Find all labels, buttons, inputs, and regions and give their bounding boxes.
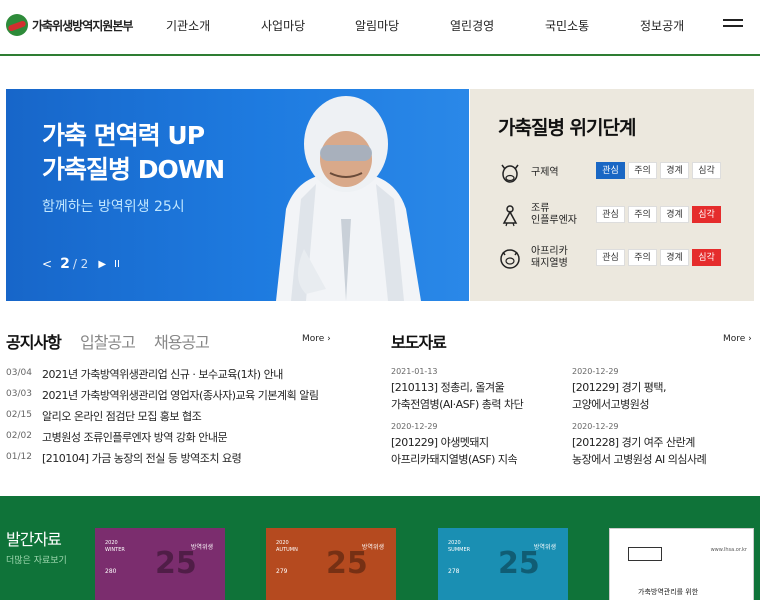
level-caution: 관심 — [596, 206, 625, 223]
publication-cover[interactable]: 2020 AUTUMN 방역위생 25 279 — [266, 528, 396, 600]
crisis-name: 구제역 — [531, 167, 559, 178]
publication-cover[interactable]: 2020 SUMMER 방역위생 25 278 — [438, 528, 568, 600]
publications-section: 발간자료 더많은 자료보기 2020 WINTER 방역위생 25 280 20… — [0, 496, 760, 600]
prev-slide-button[interactable]: < — [42, 257, 52, 271]
press-title: 보도자료 — [391, 333, 447, 352]
hero-banner[interactable]: 가축 면역력 UP 가축질병 DOWN 함께하는 방역위생 25시 < 2 / … — [6, 89, 469, 301]
nav-item-disclosure[interactable]: 정보공개 — [640, 17, 684, 34]
list-item[interactable]: 02/02 고병원성 조류인플루엔자 방역 강화 안내문 — [6, 429, 326, 450]
hero-title: 가축 면역력 UP 가축질병 DOWN — [42, 121, 225, 184]
hero-subtitle: 함께하는 방역위생 25시 — [42, 199, 185, 215]
level-serious: 심각 — [692, 162, 721, 179]
level-attention: 주의 — [628, 206, 657, 223]
level-attention: 주의 — [628, 249, 657, 266]
level-serious: 심각 — [692, 249, 721, 266]
slide-total: / 2 — [72, 257, 89, 271]
crisis-name: 조류 인플루엔자 — [531, 203, 577, 226]
slider-controls: < 2 / 2 ▶ II — [42, 256, 128, 272]
cover-logo-box — [628, 547, 662, 561]
pig-icon — [500, 249, 520, 269]
disease-crisis-panel: 가축질병 위기단계 구제역 관심 주의 경계 심각 조류 인플루엔자 관심 주의… — [470, 89, 754, 301]
nav-item-business[interactable]: 사업마당 — [261, 17, 305, 34]
notice-more-link[interactable]: More › — [302, 334, 331, 344]
more-publications-link[interactable]: 더많은 자료보기 — [6, 553, 67, 566]
level-alert: 경계 — [660, 162, 689, 179]
level-caution: 관심 — [596, 249, 625, 266]
next-slide-button[interactable]: ▶ — [98, 259, 106, 270]
bird-icon — [502, 205, 518, 227]
list-item[interactable]: 03/04 2021년 가축방역위생관리업 신규 · 보수교육(1차) 안내 — [6, 366, 326, 387]
crisis-row-fmd: 구제역 관심 주의 경계 심각 — [498, 159, 748, 189]
hamburger-menu-icon[interactable] — [723, 19, 743, 33]
notice-tabs: 공지사항 입찰공고 채용공고 — [6, 329, 223, 353]
level-attention: 주의 — [628, 162, 657, 179]
level-serious: 심각 — [692, 206, 721, 223]
level-caution: 관심 — [596, 162, 625, 179]
press-item[interactable]: 2021-01-13 [210113] 정총리, 올겨울 가축전염병(AI·AS… — [391, 367, 561, 413]
crisis-title: 가축질병 위기단계 — [498, 117, 636, 139]
cover-25-graphic: 25 — [155, 546, 197, 581]
list-item[interactable]: 02/15 알리오 온라인 점검단 모집 홍보 협조 — [6, 408, 326, 429]
slide-current: 2 — [60, 256, 70, 272]
site-header: 가축위생방역지원본부 기관소개 사업마당 알림마당 열린경영 국민소통 정보공개 — [0, 0, 760, 56]
cow-icon — [501, 164, 519, 183]
press-item[interactable]: 2020-12-29 [201229] 경기 평택, 고양에서고병원성 — [572, 367, 742, 413]
main-nav: 기관소개 사업마당 알림마당 열린경영 국민소통 정보공개 — [0, 17, 760, 37]
cover-25-graphic: 25 — [326, 546, 368, 581]
nav-item-management[interactable]: 열린경영 — [450, 17, 494, 34]
protective-suit-worker-image — [276, 96, 421, 301]
cover-25-graphic: 25 — [498, 546, 540, 581]
tab-notice[interactable]: 공지사항 — [6, 329, 62, 353]
list-item[interactable]: 03/03 2021년 가축방역위생관리업 영업자(종사자)교육 기본계획 알림 — [6, 387, 326, 408]
nav-item-notice[interactable]: 알림마당 — [355, 17, 399, 34]
publication-cover[interactable]: 2020 WINTER 방역위생 25 280 — [95, 528, 225, 600]
crisis-row-ai: 조류 인플루엔자 관심 주의 경계 심각 — [498, 201, 748, 231]
press-item[interactable]: 2020-12-29 [201229] 야생멧돼지 아프리카돼지열병(ASF) … — [391, 422, 561, 468]
publication-cover[interactable]: www.lhsa.or.kr 가축방역관리를 위한 — [609, 528, 754, 600]
press-item[interactable]: 2020-12-29 [201228] 경기 여주 산란계 농장에서 고병원성 … — [572, 422, 742, 468]
crisis-row-asf: 아프리카 돼지열병 관심 주의 경계 심각 — [498, 244, 748, 274]
publications-title: 발간자료 — [6, 530, 62, 549]
list-item[interactable]: 01/12 [210104] 가금 농장의 전실 등 방역조치 요령 — [6, 450, 326, 471]
crisis-name: 아프리카 돼지열병 — [531, 246, 568, 269]
pause-button[interactable]: II — [114, 259, 120, 270]
level-alert: 경계 — [660, 206, 689, 223]
nav-item-about[interactable]: 기관소개 — [166, 17, 210, 34]
level-alert: 경계 — [660, 249, 689, 266]
press-more-link[interactable]: More › — [723, 334, 752, 344]
tab-bid[interactable]: 입찰공고 — [80, 329, 136, 353]
notice-list: 03/04 2021년 가축방역위생관리업 신규 · 보수교육(1차) 안내 03… — [6, 366, 326, 471]
nav-item-communication[interactable]: 국민소통 — [545, 17, 589, 34]
tab-recruit[interactable]: 채용공고 — [154, 329, 210, 353]
